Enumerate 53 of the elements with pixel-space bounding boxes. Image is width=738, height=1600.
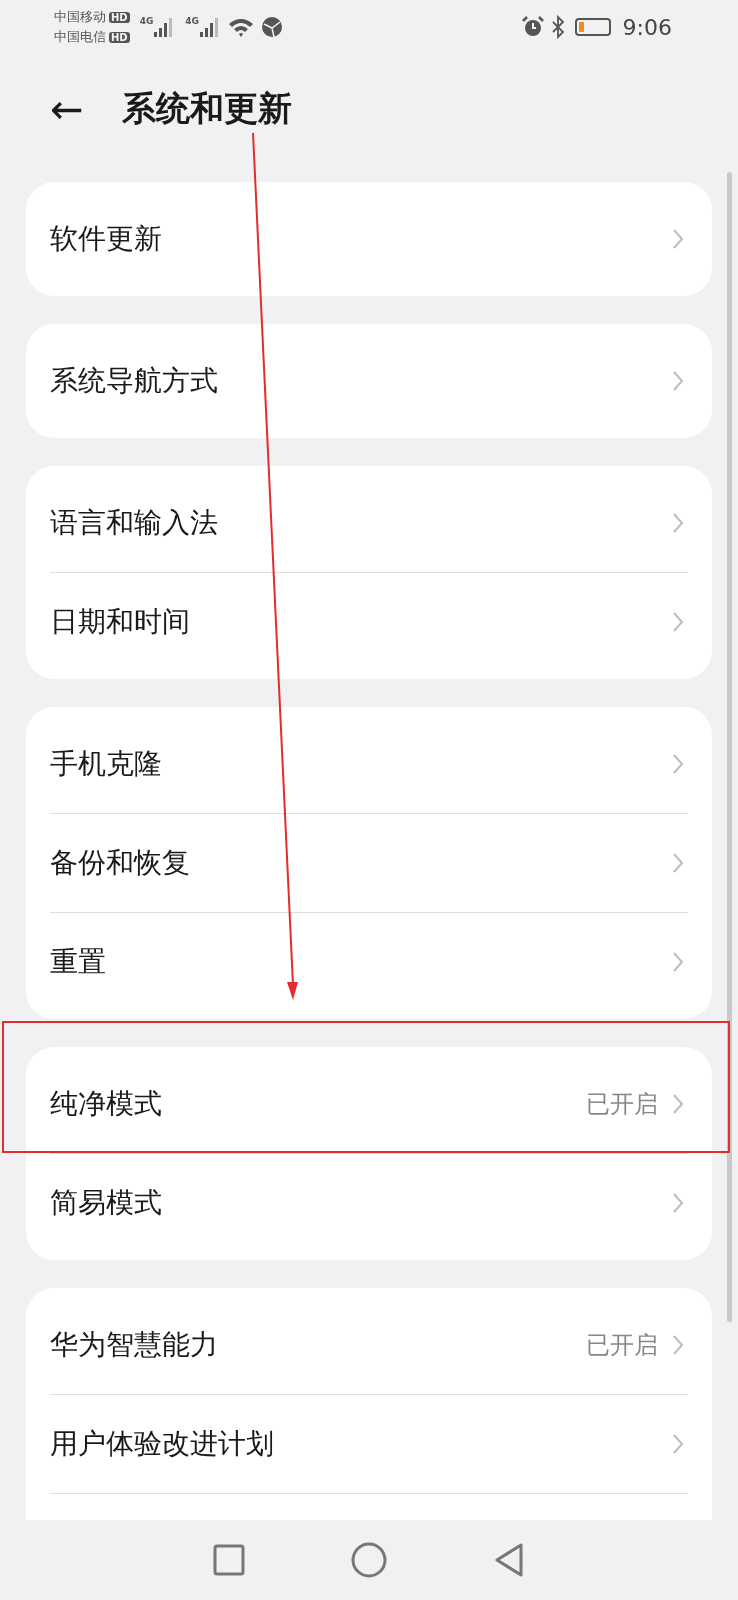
row-label: 华为智慧能力 (50, 1327, 219, 1363)
bluetooth-icon (550, 15, 565, 39)
settings-row[interactable]: 语言和输入法 (50, 474, 688, 572)
globe-icon (261, 16, 283, 38)
settings-row[interactable]: 软件更新 (50, 190, 688, 288)
page-title: 系统和更新 (121, 87, 292, 130)
row-label: 日期和时间 (50, 604, 191, 640)
settings-row[interactable]: 简易模式 (50, 1154, 688, 1252)
settings-row[interactable]: 手机克隆 (50, 715, 688, 813)
network-label: 4G (185, 16, 199, 26)
settings-row[interactable]: 重置 (50, 913, 688, 1011)
settings-row[interactable]: 日期和时间 (50, 573, 688, 671)
alarm-icon (520, 15, 545, 39)
status-time: 9:06 (622, 14, 672, 40)
row-label: 手机克隆 (50, 746, 163, 782)
row-label: 纯净模式 (50, 1086, 163, 1122)
row-label: 简易模式 (50, 1185, 163, 1221)
row-value: 已开启 (586, 1089, 658, 1120)
settings-row[interactable]: 系统导航方式 (50, 332, 688, 430)
settings-row[interactable]: 备份和恢复 (50, 814, 688, 912)
chevron-icon (672, 611, 684, 633)
chevron-icon (672, 512, 684, 534)
row-label: 系统导航方式 (50, 363, 219, 399)
row-value: 已开启 (586, 1330, 658, 1361)
settings-row[interactable]: 纯净模式 已开启 (50, 1055, 688, 1153)
row-label: 软件更新 (50, 221, 163, 257)
settings-row[interactable]: 用户体验改进计划 (50, 1395, 688, 1493)
network-label: 4G (139, 16, 154, 26)
chevron-icon (672, 228, 684, 250)
signal-icon (199, 16, 221, 38)
wifi-icon (227, 16, 255, 38)
back-icon[interactable] (493, 1542, 525, 1578)
home-icon[interactable] (351, 1542, 387, 1578)
settings-row[interactable]: 华为智慧能力 已开启 (50, 1296, 688, 1394)
battery-icon (574, 18, 611, 36)
row-label: 语言和输入法 (50, 505, 219, 541)
chevron-icon (672, 852, 684, 874)
chevron-icon (672, 1334, 684, 1356)
carrier-name: 中国移动 (54, 8, 106, 26)
row-label: 用户体验改进计划 (50, 1426, 275, 1462)
row-label: 重置 (50, 944, 107, 980)
chevron-icon (672, 1192, 684, 1214)
chevron-icon (672, 370, 684, 392)
chevron-icon (672, 1433, 684, 1455)
recent-apps-icon[interactable] (213, 1544, 245, 1576)
chevron-icon (672, 753, 684, 775)
chevron-icon (672, 951, 684, 973)
row-label: 备份和恢复 (50, 845, 191, 881)
carrier-name: 中国电信 (54, 28, 106, 46)
back-button[interactable]: ← (50, 89, 84, 129)
chevron-icon (672, 1093, 684, 1115)
hd-badge: HD (109, 31, 130, 43)
hd-badge: HD (109, 11, 130, 23)
